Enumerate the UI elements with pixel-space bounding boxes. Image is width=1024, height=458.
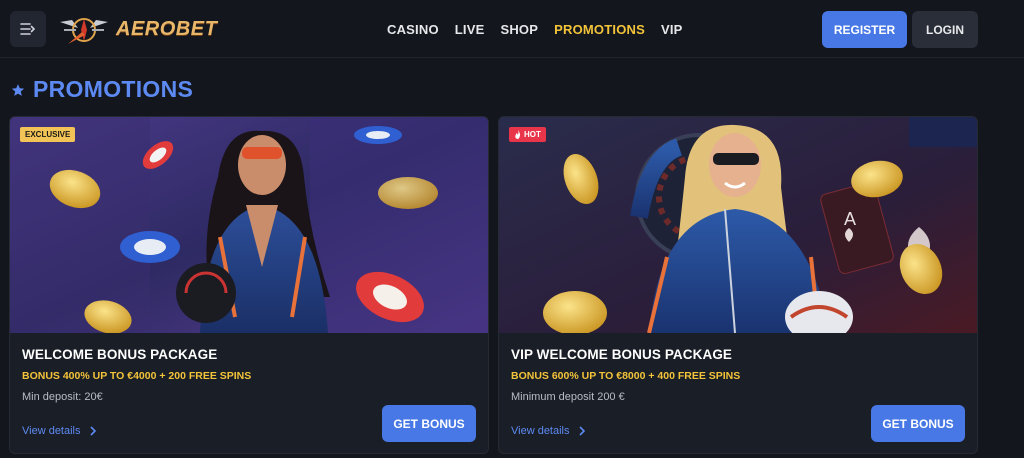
promo-card-body: VIP WELCOME BONUS PACKAGE BONUS 600% UP … [499, 333, 977, 453]
promo-min-deposit: Minimum deposit 200 € [511, 391, 625, 403]
promo-min-deposit: Min deposit: 20€ [22, 391, 103, 403]
promo-card-welcome: EXCLUSIVE WELCOME BONUS PACKAGE BONUS 40… [9, 116, 489, 454]
nav-live[interactable]: LIVE [455, 22, 485, 37]
get-bonus-button[interactable]: GET BONUS [871, 405, 965, 442]
promo-card-vip-welcome: A HOT VIP WELCOME BONUS PACKAGE BONUS 60… [498, 116, 978, 454]
star-icon [11, 83, 25, 96]
promo-card-body: WELCOME BONUS PACKAGE BONUS 400% UP TO €… [10, 333, 488, 453]
nav-casino[interactable]: CASINO [387, 22, 439, 37]
promo-title: VIP WELCOME BONUS PACKAGE [511, 347, 733, 362]
poker-chip-blue [120, 231, 180, 263]
page-title: PROMOTIONS [11, 76, 193, 103]
promo-image-welcome: EXCLUSIVE [10, 117, 488, 333]
promo-badge: EXCLUSIVE [20, 127, 76, 142]
promo-offer: BONUS 600% UP TO €8000 + 400 FREE SPINS [511, 370, 741, 382]
promo-badge-label: HOT [524, 130, 541, 139]
main-nav: CASINO LIVE SHOP PROMOTIONS VIP [387, 22, 683, 37]
promo-offer: BONUS 400% UP TO €4000 + 200 FREE SPINS [22, 370, 252, 382]
promo-image-vip: A HOT [499, 117, 977, 333]
get-bonus-button[interactable]: GET BONUS [382, 405, 476, 442]
view-details-label: View details [22, 425, 81, 437]
site-header: AEROBET CASINO LIVE SHOP PROMOTIONS VIP … [0, 0, 1024, 58]
promo-illustration [10, 117, 488, 333]
view-details-link[interactable]: View details [511, 425, 586, 437]
svg-text:A: A [844, 209, 856, 229]
brand-logo[interactable]: AEROBET [58, 10, 217, 48]
register-button[interactable]: REGISTER [822, 11, 907, 48]
promo-title: WELCOME BONUS PACKAGE [22, 347, 218, 362]
promo-illustration: A [499, 117, 977, 333]
sidebar-toggle-button[interactable] [10, 11, 46, 47]
page-title-text: PROMOTIONS [33, 76, 194, 102]
nav-shop[interactable]: SHOP [500, 22, 538, 37]
brand-name: AEROBET [116, 17, 218, 40]
gold-coin [543, 291, 607, 333]
aerobet-emblem-icon [60, 18, 108, 44]
gold-coin [378, 177, 438, 209]
poker-chip-blue [354, 126, 402, 144]
nav-promotions[interactable]: PROMOTIONS [554, 22, 645, 37]
nav-vip[interactable]: VIP [661, 22, 683, 37]
menu-collapse-icon [20, 23, 36, 35]
chevron-right-icon [89, 426, 96, 436]
promo-badge: HOT [509, 127, 546, 142]
fire-icon [515, 130, 521, 139]
chevron-right-icon [578, 426, 585, 436]
view-details-link[interactable]: View details [22, 425, 97, 437]
login-button[interactable]: LOGIN [912, 11, 978, 48]
view-details-label: View details [511, 425, 570, 437]
